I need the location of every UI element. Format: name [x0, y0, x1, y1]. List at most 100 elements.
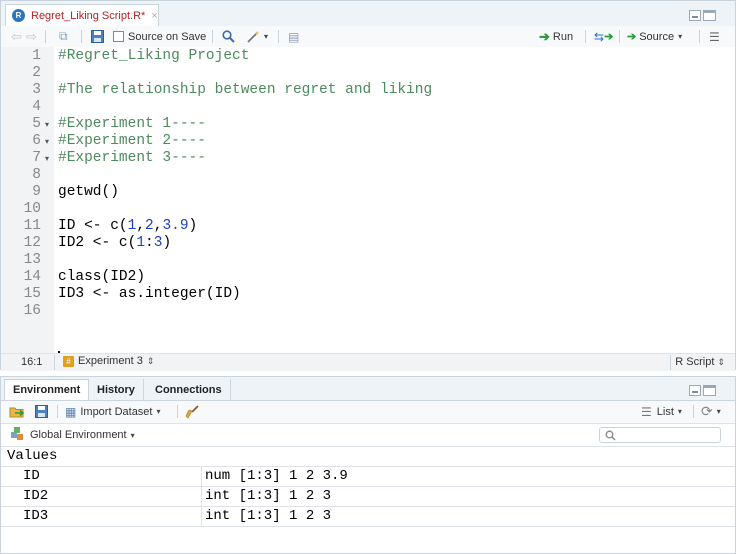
code-line: ID2 <- c(1:3)	[58, 235, 171, 252]
code-editor[interactable]: #Regret_Liking Project #The relationship …	[54, 47, 735, 366]
source-arrow-icon: ➔	[627, 31, 637, 43]
line-number: 15	[23, 286, 41, 302]
variable-row[interactable]: ID3 int [1:3] 1 2 3	[1, 507, 735, 527]
tab-connections-label: Connections	[155, 383, 222, 396]
rerun-button[interactable]: ⇆ ➔	[594, 26, 616, 47]
view-mode-label: List	[656, 405, 674, 418]
code-token: ID3 <- as.integer(ID)	[58, 286, 241, 302]
environment-scope-dropdown[interactable]: Global Environment ▾	[11, 424, 135, 446]
import-dataset-button[interactable]: ▦ Import Dataset ▾	[65, 401, 161, 422]
toolbar-divider	[693, 405, 694, 418]
chevron-down-icon: ▾	[264, 32, 269, 41]
chevron-down-icon: ▾	[716, 407, 721, 416]
source-on-save-checkbox[interactable]	[113, 31, 124, 42]
code-token: getwd()	[58, 184, 119, 200]
load-workspace-icon[interactable]	[9, 401, 25, 422]
toolbar-divider	[699, 30, 700, 43]
code-comment: #Experiment 3----	[58, 150, 206, 166]
updown-caret-icon: ⇕	[146, 355, 155, 366]
column-divider	[201, 467, 202, 486]
toolbar-divider	[619, 30, 620, 43]
code-line: class(ID2)	[58, 269, 145, 286]
refresh-button[interactable]: ⟳ ▾	[701, 401, 721, 422]
maximize-pane-icon[interactable]	[703, 385, 716, 396]
code-number: 3.9	[162, 218, 189, 234]
environment-search-input[interactable]	[599, 427, 721, 443]
line-number: 9	[32, 184, 41, 200]
line-number: 14	[23, 269, 41, 285]
source-on-save-toggle[interactable]: Source on Save	[113, 26, 206, 47]
tab-history-label: History	[97, 383, 135, 396]
back-arrow-icon[interactable]: ⇦	[11, 26, 22, 47]
search-icon	[605, 428, 616, 444]
source-button[interactable]: ➔ Source ▾	[627, 26, 682, 47]
run-button[interactable]: ➔ Run	[539, 26, 573, 47]
line-number: 13	[23, 252, 41, 268]
line-number: 11	[23, 218, 41, 234]
editor-tab-bar: R Regret_Liking Script.R* ×	[1, 1, 735, 27]
environment-toolbar: ▦ Import Dataset ▾ ☰ List ▾ ⟳ ▾	[1, 401, 735, 424]
variable-name: ID3	[23, 508, 49, 524]
code-comment: #Regret_Liking Project	[58, 48, 250, 64]
maximize-pane-icon[interactable]	[703, 10, 716, 21]
line-number: 12	[23, 235, 41, 251]
code-line: #The relationship between regret and lik…	[58, 82, 432, 99]
toolbar-divider	[177, 405, 178, 418]
save-workspace-icon[interactable]	[35, 401, 48, 422]
code-token: ID <- c(	[58, 218, 128, 234]
file-tab-regret-liking-script[interactable]: R Regret_Liking Script.R* ×	[5, 4, 159, 26]
tab-environment[interactable]: Environment	[4, 379, 90, 400]
code-line: ID3 <- as.integer(ID)	[58, 286, 241, 303]
r-file-icon: R	[12, 9, 25, 22]
chevron-down-icon: ▾	[677, 407, 682, 416]
code-token: class(ID2)	[58, 269, 146, 285]
refresh-icon: ⟳	[701, 403, 713, 419]
cursor-position: 16:1	[21, 356, 43, 368]
tab-connections[interactable]: Connections	[147, 379, 231, 400]
save-icon[interactable]	[91, 26, 104, 47]
file-type-label: R Script	[675, 356, 715, 368]
compile-report-icon[interactable]: ▤	[288, 26, 299, 47]
code-line: #Regret_Liking Project	[58, 48, 249, 65]
environment-scope-label: Global Environment	[30, 429, 127, 441]
run-label: Run	[552, 30, 574, 43]
values-section-header: Values	[1, 447, 735, 467]
line-number: 4	[32, 99, 41, 115]
variable-value: int [1:3] 1 2 3	[205, 488, 332, 504]
code-line: getwd()	[58, 184, 119, 201]
variable-value: num [1:3] 1 2 3.9	[205, 468, 348, 484]
tab-history[interactable]: History	[89, 379, 144, 400]
variable-name: ID2	[23, 488, 49, 504]
code-tools-wand-icon[interactable]: ▾	[246, 26, 268, 47]
code-token: ,	[136, 218, 146, 234]
minimize-pane-icon[interactable]	[689, 385, 701, 396]
search-icon[interactable]	[222, 26, 235, 47]
fold-toggle-icon[interactable]: ▾	[45, 150, 49, 167]
editor-window-controls	[689, 10, 716, 21]
variable-row[interactable]: ID2 int [1:3] 1 2 3	[1, 487, 735, 507]
code-token: :	[145, 235, 154, 251]
fold-toggle-icon[interactable]: ▾	[45, 116, 49, 133]
document-outline-icon[interactable]: ☰	[709, 26, 720, 47]
clear-workspace-broom-icon[interactable]	[185, 401, 200, 422]
section-navigator[interactable]: # Experiment 3 ⇕	[63, 355, 154, 367]
column-divider	[201, 487, 202, 506]
source-on-save-label: Source on Save	[128, 30, 207, 43]
line-number: 2	[32, 65, 41, 81]
environment-cubes-icon	[11, 427, 24, 443]
code-comment: #Experiment 2----	[58, 133, 206, 149]
toolbar-divider	[81, 30, 82, 43]
minimize-pane-icon[interactable]	[689, 10, 701, 21]
source-editor-pane: R Regret_Liking Script.R* × ⇦ ⇨ ⧉ Source…	[0, 0, 736, 371]
rerun-arrow-icon: ➔	[604, 31, 614, 43]
close-tab-icon[interactable]: ×	[151, 10, 157, 22]
variable-row[interactable]: ID num [1:3] 1 2 3.9	[1, 467, 735, 487]
fold-toggle-icon[interactable]: ▾	[45, 133, 49, 150]
forward-arrow-icon[interactable]: ⇨	[26, 26, 37, 47]
file-type-selector[interactable]: R Script ⇕	[675, 356, 725, 368]
view-mode-dropdown[interactable]: ☰ List ▾	[641, 401, 682, 422]
show-in-window-icon[interactable]: ⧉	[59, 26, 68, 47]
line-number: 16	[23, 303, 41, 319]
line-number: 5	[32, 116, 41, 132]
tab-environment-label: Environment	[13, 384, 81, 396]
